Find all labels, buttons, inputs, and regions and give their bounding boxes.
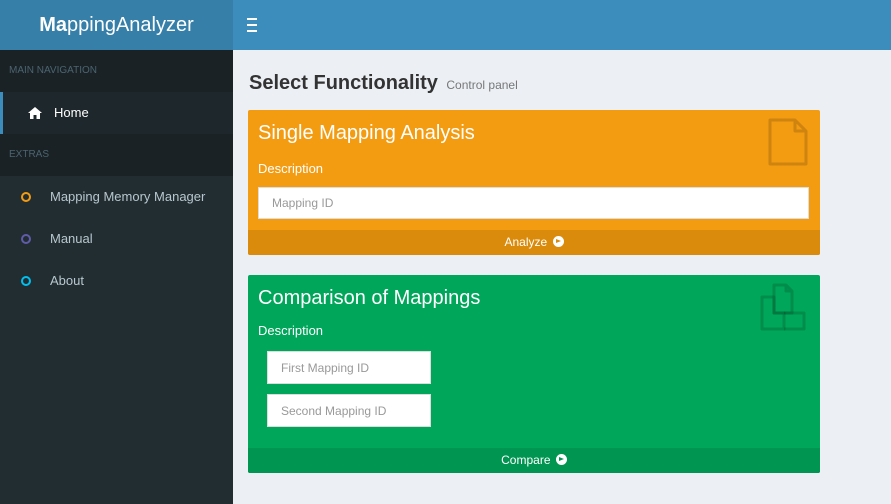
analyze-label: Analyze [504,235,548,249]
sidebar-toggle-icon[interactable] [247,14,261,34]
compare-label: Compare [501,453,551,467]
analyze-button[interactable]: Analyze [248,230,820,255]
sidebar-item-label: About [50,273,84,288]
logo-bold: Ma [39,14,68,36]
home-icon [28,107,45,119]
circle-icon [21,192,38,202]
circle-icon [21,276,38,286]
comparison-title: Comparison of Mappings [258,287,481,309]
copy-icon [760,283,808,336]
sidebar-item-about[interactable]: About [0,260,233,302]
sidebar: MAIN NAVIGATION Home EXTRAS Mapping Memo… [0,50,233,504]
arrow-circle-right-icon [555,454,567,465]
sidebar-item-home[interactable]: Home [0,92,233,134]
logo-rest: ppingAnalyzer [67,14,194,36]
sidebar-header-extras: EXTRAS [0,134,233,176]
content-header: Select Functionality Control panel [249,72,518,95]
sidebar-item-label: Home [54,105,89,120]
sidebar-header-main: MAIN NAVIGATION [0,50,233,92]
main-content: Select Functionality Control panel Singl… [233,50,891,504]
sidebar-item-mapping-memory-manager[interactable]: Mapping Memory Manager [0,176,233,218]
page-title: Select Functionality [249,72,438,94]
sidebar-item-label: Mapping Memory Manager [50,189,206,204]
comparison-box: Comparison of Mappings Description Compa… [248,275,820,473]
compare-button[interactable]: Compare [248,448,820,473]
app-logo[interactable]: MappingAnalyzer [0,0,233,50]
file-icon [768,118,808,171]
second-mapping-id-input[interactable] [267,394,431,427]
arrow-circle-right-icon [552,236,564,247]
comparison-description: Description [258,323,324,338]
single-mapping-box: Single Mapping Analysis Description Anal… [248,110,820,255]
mapping-id-input[interactable] [258,187,809,219]
top-navbar [233,0,891,50]
circle-icon [21,234,38,244]
first-mapping-id-input[interactable] [267,351,431,384]
sidebar-item-manual[interactable]: Manual [0,218,233,260]
single-mapping-description: Description [258,161,324,176]
page-subtitle: Control panel [446,78,518,92]
sidebar-item-label: Manual [50,231,93,246]
single-mapping-title: Single Mapping Analysis [258,122,475,144]
